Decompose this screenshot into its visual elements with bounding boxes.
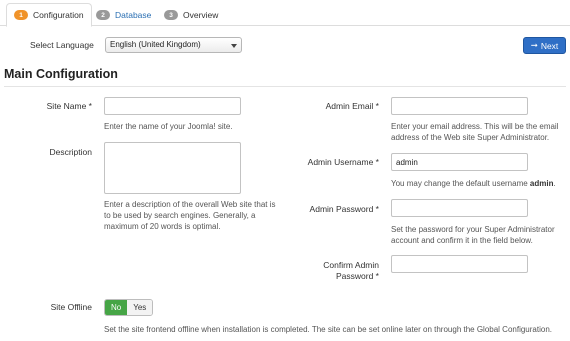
language-select[interactable]: English (United Kingdom) bbox=[105, 37, 242, 53]
tab-label: Database bbox=[115, 10, 152, 20]
admin-username-help-suffix: . bbox=[553, 179, 556, 188]
next-button[interactable]: ➞ Next bbox=[523, 37, 566, 54]
step-number-badge: 2 bbox=[96, 10, 110, 20]
tab-database[interactable]: 2 Database bbox=[89, 3, 158, 27]
confirm-password-label-line2: Password * bbox=[336, 271, 379, 281]
description-help: Enter a description of the overall Web s… bbox=[104, 200, 276, 231]
next-button-label: Next bbox=[540, 40, 559, 51]
admin-email-label: Admin Email * bbox=[325, 101, 379, 111]
tab-configuration[interactable]: 1 Configuration bbox=[6, 3, 92, 27]
step-number-badge: 3 bbox=[164, 10, 178, 20]
tab-label: Configuration bbox=[33, 10, 84, 20]
site-offline-no-option[interactable]: No bbox=[105, 300, 128, 315]
admin-username-help-text: You may change the default username bbox=[391, 179, 530, 188]
admin-username-help-bold: admin bbox=[529, 179, 554, 188]
confirm-password-input[interactable] bbox=[391, 255, 528, 273]
site-offline-help: Set the site frontend offline when insta… bbox=[104, 325, 552, 334]
admin-password-label: Admin Password * bbox=[309, 204, 379, 214]
admin-username-label: Admin Username * bbox=[307, 157, 379, 167]
confirm-password-label-line1: Confirm Admin bbox=[323, 260, 379, 270]
admin-username-input[interactable] bbox=[391, 153, 528, 171]
arrow-right-icon: ➞ bbox=[530, 40, 538, 50]
site-offline-yes-option[interactable]: Yes bbox=[127, 300, 153, 315]
site-name-label: Site Name * bbox=[46, 101, 92, 111]
site-offline-toggle: No Yes bbox=[104, 299, 154, 316]
select-language-label: Select Language bbox=[30, 40, 94, 50]
divider bbox=[4, 86, 566, 87]
confirm-password-label: Confirm Admin Password * bbox=[290, 260, 379, 282]
tab-label: Overview bbox=[183, 10, 219, 20]
language-select-value: English (United Kingdom) bbox=[110, 40, 201, 49]
wizard-tabs: 1 Configuration 2 Database 3 Overview bbox=[0, 0, 570, 27]
admin-password-input[interactable] bbox=[391, 199, 528, 217]
chevron-down-icon bbox=[231, 44, 237, 48]
site-name-input[interactable] bbox=[104, 97, 241, 115]
admin-password-help: Set the password for your Super Administ… bbox=[391, 225, 555, 245]
page-title: Main Configuration bbox=[4, 67, 118, 81]
step-number-badge: 1 bbox=[14, 10, 28, 20]
admin-email-input[interactable] bbox=[391, 97, 528, 115]
description-textarea[interactable] bbox=[104, 142, 241, 194]
site-name-help: Enter the name of your Joomla! site. bbox=[104, 122, 233, 131]
site-offline-label: Site Offline bbox=[50, 302, 92, 312]
description-label: Description bbox=[49, 147, 92, 157]
admin-username-help: You may change the default username admi… bbox=[391, 178, 569, 189]
tab-overview[interactable]: 3 Overview bbox=[157, 3, 225, 27]
admin-email-help: Enter your email address. This will be t… bbox=[391, 122, 559, 142]
